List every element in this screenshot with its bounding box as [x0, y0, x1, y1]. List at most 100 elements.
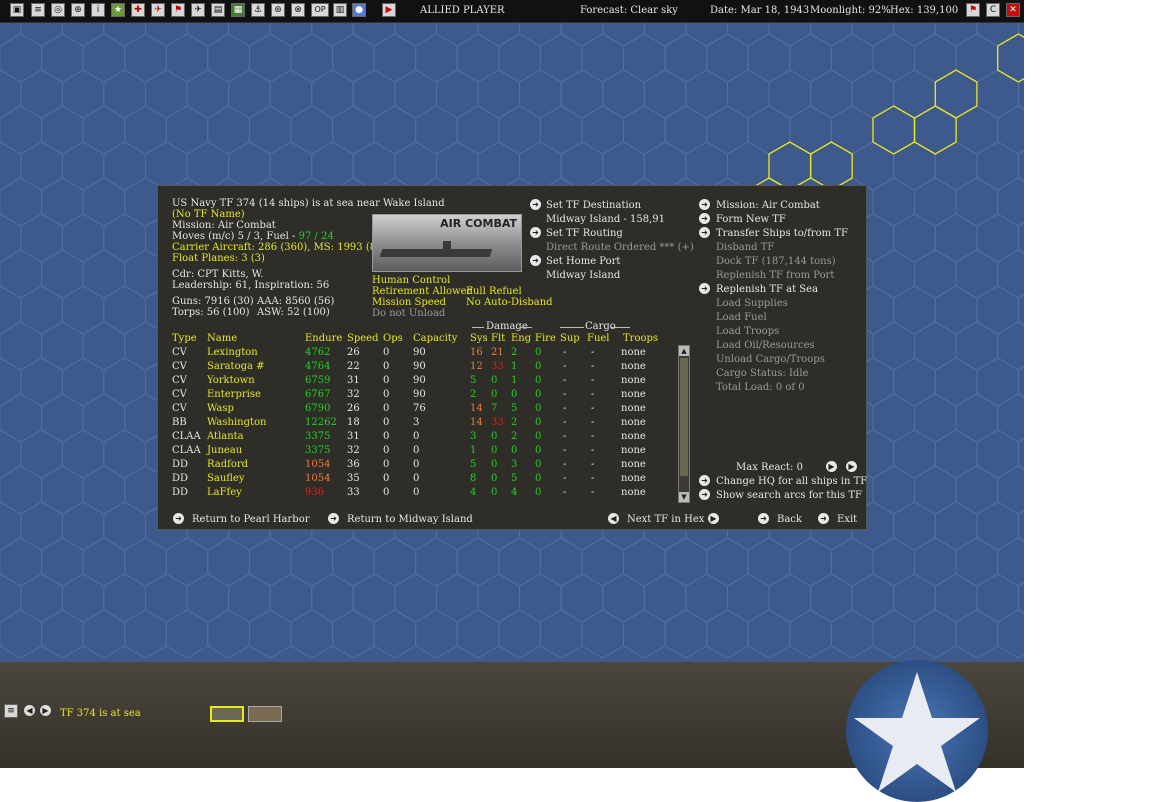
camera-icon[interactable]: ●: [352, 3, 366, 17]
next-tf-button[interactable]: Next TF in Hex: [627, 514, 704, 526]
col-capacity[interactable]: Capacity: [413, 333, 457, 345]
arrow-right-icon[interactable]: ➜: [699, 213, 710, 224]
back-button[interactable]: Back: [777, 514, 802, 526]
cell-name[interactable]: Juneau: [207, 445, 242, 457]
arrow-left-icon[interactable]: ➜: [328, 513, 339, 524]
unload-button[interactable]: Unload Cargo/Troops: [716, 354, 825, 366]
change-hq-button[interactable]: Change HQ for all ships in TF: [716, 476, 867, 488]
target-icon[interactable]: ◎: [51, 3, 65, 17]
arrow-right-icon[interactable]: ➜: [699, 199, 710, 210]
transfer-ships-button[interactable]: Transfer Ships to/from TF: [716, 228, 848, 240]
scroll-up-icon[interactable]: ▲: [679, 346, 689, 356]
arrow-right-icon[interactable]: ➜: [699, 489, 710, 500]
end-turn-icon[interactable]: ▶: [382, 3, 396, 17]
unload-toggle[interactable]: Do not Unload: [372, 308, 445, 320]
cell-name[interactable]: Yorktown: [207, 375, 255, 387]
col-sys[interactable]: Sys: [470, 333, 488, 345]
col-fuel[interactable]: Fuel: [587, 333, 610, 345]
table-scrollbar[interactable]: ▲ ▼: [678, 345, 690, 503]
form-new-tf-button[interactable]: Form New TF: [716, 214, 786, 226]
col-fire[interactable]: Fire: [535, 333, 556, 345]
cell-name[interactable]: Radford: [207, 459, 248, 471]
unit-icon[interactable]: ★: [111, 3, 125, 17]
show-search-arcs-button[interactable]: Show search arcs for this TF: [716, 490, 862, 502]
cell-name[interactable]: Saufley: [207, 473, 245, 485]
aircraft-icon[interactable]: ✚: [131, 3, 145, 17]
increase-react-icon[interactable]: ▶: [826, 461, 837, 472]
arrow-right-icon[interactable]: ➜: [530, 199, 541, 210]
ship-unit-icon[interactable]: [210, 706, 244, 722]
map-icon[interactable]: ▣: [10, 3, 24, 17]
cell-ops: 0: [383, 417, 390, 428]
arrow-right-icon[interactable]: ➜: [699, 283, 710, 294]
return-midway-button[interactable]: Return to Midway Island: [347, 514, 473, 526]
cell-name[interactable]: Lexington: [207, 347, 258, 359]
col-sup[interactable]: Sup: [560, 333, 580, 345]
load-supplies-button[interactable]: Load Supplies: [716, 298, 788, 310]
replenish-sea-button[interactable]: Replenish TF at Sea: [716, 284, 818, 296]
arrow-right-icon[interactable]: ➜: [530, 255, 541, 266]
return-pearl-button[interactable]: Return to Pearl Harbor: [192, 514, 310, 526]
prev-tf-icon[interactable]: ◀: [608, 513, 619, 524]
op-icon[interactable]: ⊗: [291, 3, 305, 17]
max-react-icon[interactable]: ▶: [846, 461, 857, 472]
dock-tf-button[interactable]: Dock TF (187,144 tons): [716, 256, 836, 268]
arrow-right-icon[interactable]: ➜: [530, 227, 541, 238]
col-eng[interactable]: Eng: [511, 333, 531, 345]
prev-arrow-icon[interactable]: ◀: [24, 705, 35, 716]
col-name[interactable]: Name: [207, 333, 237, 345]
back-arrow-icon[interactable]: ➜: [758, 513, 769, 524]
exit-button[interactable]: Exit: [837, 514, 857, 526]
base-icon[interactable]: ▦: [231, 3, 245, 17]
auto-disband-toggle[interactable]: No Auto-Disband: [466, 297, 553, 309]
col-flt[interactable]: Flt: [491, 333, 505, 345]
arrow-left-icon[interactable]: ➜: [173, 513, 184, 524]
next-arrow-icon[interactable]: ▶: [40, 705, 51, 716]
arrow-right-icon[interactable]: ➜: [699, 475, 710, 486]
globe-icon[interactable]: ⚓: [251, 3, 265, 17]
info-icon[interactable]: i: [91, 3, 105, 17]
plane-icon[interactable]: ✈: [191, 3, 205, 17]
col-troops[interactable]: Troops: [623, 333, 658, 345]
cell-name[interactable]: Washington: [207, 417, 266, 429]
col-endure[interactable]: Endure: [305, 333, 342, 345]
tf-fuel: 97 / 24: [298, 231, 334, 242]
zoom-icon[interactable]: ≡: [4, 704, 18, 718]
scroll-down-icon[interactable]: ▼: [679, 492, 689, 502]
flag-toggle-icon[interactable]: ⚑: [966, 3, 980, 17]
wheel-icon[interactable]: ⊛: [271, 3, 285, 17]
load-fuel-button[interactable]: Load Fuel: [716, 312, 767, 324]
cell-fuel: -: [591, 473, 595, 484]
supply-icon[interactable]: ▤: [211, 3, 225, 17]
mission-button[interactable]: Mission: Air Combat: [716, 200, 820, 212]
scroll-thumb[interactable]: [680, 358, 688, 476]
replenish-port-button[interactable]: Replenish TF from Port: [716, 270, 834, 282]
set-routing-button[interactable]: Set TF Routing: [546, 228, 623, 240]
cell-name[interactable]: LaFfey: [207, 487, 242, 499]
tf-unit-icon[interactable]: [248, 706, 282, 722]
exit-arrow-icon[interactable]: ➜: [818, 513, 829, 524]
col-ops[interactable]: Ops: [383, 333, 403, 345]
set-home-port-button[interactable]: Set Home Port: [546, 256, 620, 268]
tf-float-planes[interactable]: Float Planes: 3 (3): [172, 253, 265, 265]
database-icon[interactable]: ▥: [333, 3, 347, 17]
op-button[interactable]: OP: [311, 3, 329, 17]
col-type[interactable]: Type: [172, 333, 197, 345]
config-icon[interactable]: C: [986, 3, 1000, 17]
intel-icon[interactable]: ⊕: [71, 3, 85, 17]
load-troops-button[interactable]: Load Troops: [716, 326, 779, 338]
ship-icon[interactable]: ✈: [151, 3, 165, 17]
cell-name[interactable]: Atlanta: [207, 431, 244, 443]
set-destination-button[interactable]: Set TF Destination: [546, 200, 641, 212]
disband-tf-button[interactable]: Disband TF: [716, 242, 774, 254]
cell-name[interactable]: Saratoga #: [207, 361, 265, 373]
close-icon[interactable]: ✕: [1006, 3, 1020, 17]
cell-name[interactable]: Wasp: [207, 403, 234, 415]
document-icon[interactable]: ≡: [31, 3, 45, 17]
next-tf-icon[interactable]: ▶: [708, 513, 719, 524]
arrow-right-icon[interactable]: ➜: [699, 227, 710, 238]
flag-icon[interactable]: ⚑: [171, 3, 185, 17]
cell-name[interactable]: Enterprise: [207, 389, 261, 401]
load-oil-button[interactable]: Load Oil/Resources: [716, 340, 815, 352]
col-speed[interactable]: Speed: [347, 333, 379, 345]
